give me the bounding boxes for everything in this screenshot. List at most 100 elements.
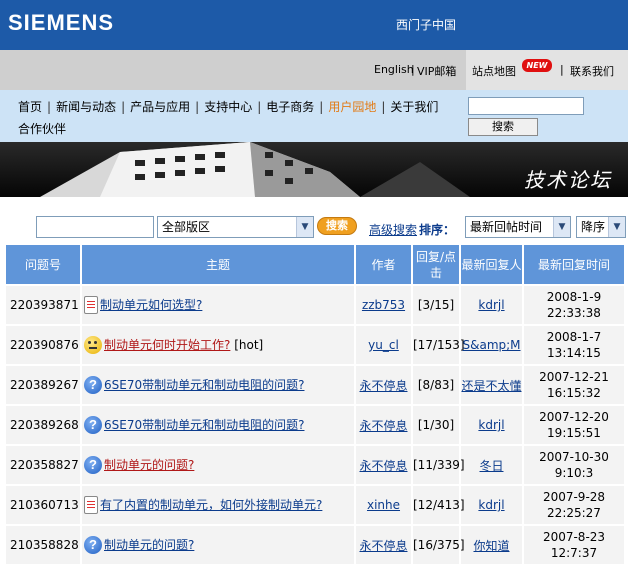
- nav-item-news[interactable]: 新闻与动态: [56, 100, 116, 114]
- last-user-link[interactable]: 冬日: [479, 459, 503, 473]
- column-header-last-time[interactable]: 最新回复时间: [522, 243, 626, 286]
- column-header-author[interactable]: 作者: [354, 243, 413, 286]
- question-icon: ?: [84, 416, 102, 435]
- sort-field-value: 最新回帖时间: [470, 220, 543, 234]
- nav-item-about[interactable]: 关于我们: [390, 100, 438, 114]
- author-link[interactable]: yu_cl: [368, 338, 399, 352]
- nav-item-support[interactable]: 支持中心: [204, 100, 252, 114]
- topic-link[interactable]: 制动单元如何选型?: [100, 298, 202, 312]
- topic-link[interactable]: 制动单元何时开始工作?: [104, 338, 230, 352]
- nav-separator: |: [121, 100, 126, 114]
- sort-order-value: 降序: [581, 220, 606, 234]
- new-badge-icon: NEW: [522, 59, 552, 72]
- cell-topic: ? 6SE70带制动单元和制动电阻的问题?: [80, 364, 356, 406]
- board-select[interactable]: 全部版区 ▼: [157, 216, 314, 238]
- document-icon: [84, 496, 98, 515]
- board-select-value: 全部版区: [162, 220, 211, 234]
- nav-item-user-area[interactable]: 用户园地: [328, 100, 376, 114]
- table-body: 220393871 制动单元如何选型? zzb753 [3/15] kdrjl 2008-…: [4, 284, 626, 566]
- nav-separator: |: [381, 100, 386, 114]
- cell-author: yu_cl: [354, 324, 413, 366]
- table-row: 210360713 有了内置的制动单元，如何外接制动单元? xinhe [12/413…: [4, 484, 626, 526]
- last-reply-time: 13:14:15: [547, 346, 601, 360]
- cell-last-user: kdrjl: [459, 284, 524, 326]
- sort-order-select[interactable]: 降序 ▼: [576, 216, 626, 238]
- cell-topic: ? 6SE70带制动单元和制动电阻的问题?: [80, 404, 356, 446]
- question-icon: ?: [84, 456, 102, 475]
- last-user-link[interactable]: 还是不太懂: [461, 379, 521, 393]
- last-user-link[interactable]: kdrjl: [478, 498, 504, 512]
- table-row: 220393871 制动单元如何选型? zzb753 [3/15] kdrjl 2008-…: [4, 284, 626, 326]
- table-row: 220390876 制动单元何时开始工作? [hot] yu_cl [17/153] S…: [4, 324, 626, 366]
- nav-item-home[interactable]: 首页: [18, 100, 42, 114]
- advanced-search-link[interactable]: 高级搜索: [369, 221, 417, 238]
- main-nav: 首页 | 新闻与动态 | 产品与应用 | 支持中心 | 电子商务 | 用户园地 | 关于我们 合作伙伴: [0, 90, 466, 142]
- cell-last-time: 2007-9-28 22:25:27: [522, 484, 626, 526]
- sort-field-select[interactable]: 最新回帖时间 ▼: [465, 216, 571, 238]
- english-link[interactable]: English: [374, 63, 414, 76]
- last-user-link[interactable]: S&amp;M: [462, 338, 520, 352]
- forum-search-input[interactable]: [36, 216, 154, 238]
- site-search-input[interactable]: [468, 97, 584, 115]
- cell-author: zzb753: [354, 284, 413, 326]
- author-link[interactable]: xinhe: [367, 498, 400, 512]
- cell-last-user: 还是不太懂: [459, 364, 524, 406]
- author-link[interactable]: 永不停息: [359, 539, 407, 553]
- table-header: 问题号 主题 作者 回复/点击 最新回复人 最新回复时间: [4, 243, 626, 286]
- last-user-link[interactable]: kdrjl: [478, 418, 504, 432]
- cell-topic: ? 制动单元的问题?: [80, 524, 356, 566]
- chevron-down-icon: ▼: [608, 217, 625, 237]
- utility-separator: |: [411, 63, 415, 76]
- utility-bar: English | VIP邮箱 站点地图 NEW | 联系我们: [0, 50, 628, 90]
- cell-topic-id: 220389267: [4, 364, 82, 406]
- author-link[interactable]: 永不停息: [359, 379, 407, 393]
- forum-search-button[interactable]: 搜索: [317, 217, 357, 235]
- cell-last-user: kdrjl: [459, 484, 524, 526]
- last-reply-date: 2007-10-30: [539, 450, 609, 464]
- cell-topic-id: 210360713: [4, 484, 82, 526]
- cell-stats: [17/153]: [411, 324, 465, 366]
- siemens-logo[interactable]: SIEMENS: [8, 10, 114, 36]
- column-header-last-user[interactable]: 最新回复人: [459, 243, 524, 286]
- last-user-link[interactable]: kdrjl: [478, 298, 504, 312]
- author-link[interactable]: 永不停息: [359, 459, 407, 473]
- last-reply-date: 2007-8-23: [542, 530, 606, 544]
- cell-topic-id: 220358827: [4, 444, 82, 486]
- table-row: 220389268? 6SE70带制动单元和制动电阻的问题? 永不停息 [1/30] k…: [4, 404, 626, 446]
- nav-separator: |: [319, 100, 324, 114]
- cell-stats: [12/413]: [411, 484, 465, 526]
- banner-title: 技术论坛: [524, 168, 612, 192]
- nav-separator: |: [257, 100, 262, 114]
- column-header-topic[interactable]: 主题: [80, 243, 356, 286]
- cell-topic-id: 210358828: [4, 524, 82, 566]
- vip-mail-link[interactable]: VIP邮箱: [417, 63, 456, 79]
- topic-link[interactable]: 有了内置的制动单元，如何外接制动单元?: [100, 498, 322, 512]
- nav-separator: |: [195, 100, 200, 114]
- nav-row-1: 首页 | 新闻与动态 | 产品与应用 | 支持中心 | 电子商务 | 用户园地 | 关于我们: [18, 98, 438, 115]
- nav-item-partners[interactable]: 合作伙伴: [18, 122, 66, 136]
- topic-link[interactable]: 制动单元的问题?: [104, 458, 194, 472]
- contact-link[interactable]: 联系我们: [570, 63, 614, 79]
- column-header-replies[interactable]: 回复/点击: [411, 243, 461, 286]
- last-reply-date: 2007-12-21: [539, 370, 609, 384]
- site-search-button[interactable]: 搜索: [468, 118, 538, 136]
- table-row: 220358827? 制动单元的问题? 永不停息 [11/339] 冬日 2007-10-…: [4, 444, 626, 486]
- forum-banner: 技术论坛: [0, 142, 628, 197]
- cell-last-user: kdrjl: [459, 404, 524, 446]
- nav-item-products[interactable]: 产品与应用: [130, 100, 190, 114]
- author-link[interactable]: zzb753: [362, 298, 405, 312]
- last-reply-time: 19:15:51: [547, 426, 601, 440]
- column-header-id[interactable]: 问题号: [4, 243, 82, 286]
- table-row: 220389267? 6SE70带制动单元和制动电阻的问题? 永不停息 [8/83] 还…: [4, 364, 626, 406]
- author-link[interactable]: 永不停息: [359, 419, 407, 433]
- sitemap-link[interactable]: 站点地图: [472, 63, 516, 79]
- last-user-link[interactable]: 你知道: [473, 539, 509, 553]
- cell-topic: 有了内置的制动单元，如何外接制动单元?: [80, 484, 356, 526]
- cell-topic-id: 220390876: [4, 324, 82, 366]
- topic-link[interactable]: 制动单元的问题?: [104, 538, 194, 552]
- utility-separator-2: |: [560, 63, 564, 76]
- topic-link[interactable]: 6SE70带制动单元和制动电阻的问题?: [104, 418, 304, 432]
- nav-item-ecommerce[interactable]: 电子商务: [266, 100, 314, 114]
- topic-link[interactable]: 6SE70带制动单元和制动电阻的问题?: [104, 378, 304, 392]
- cell-last-time: 2007-10-30 9:10:3: [522, 444, 626, 486]
